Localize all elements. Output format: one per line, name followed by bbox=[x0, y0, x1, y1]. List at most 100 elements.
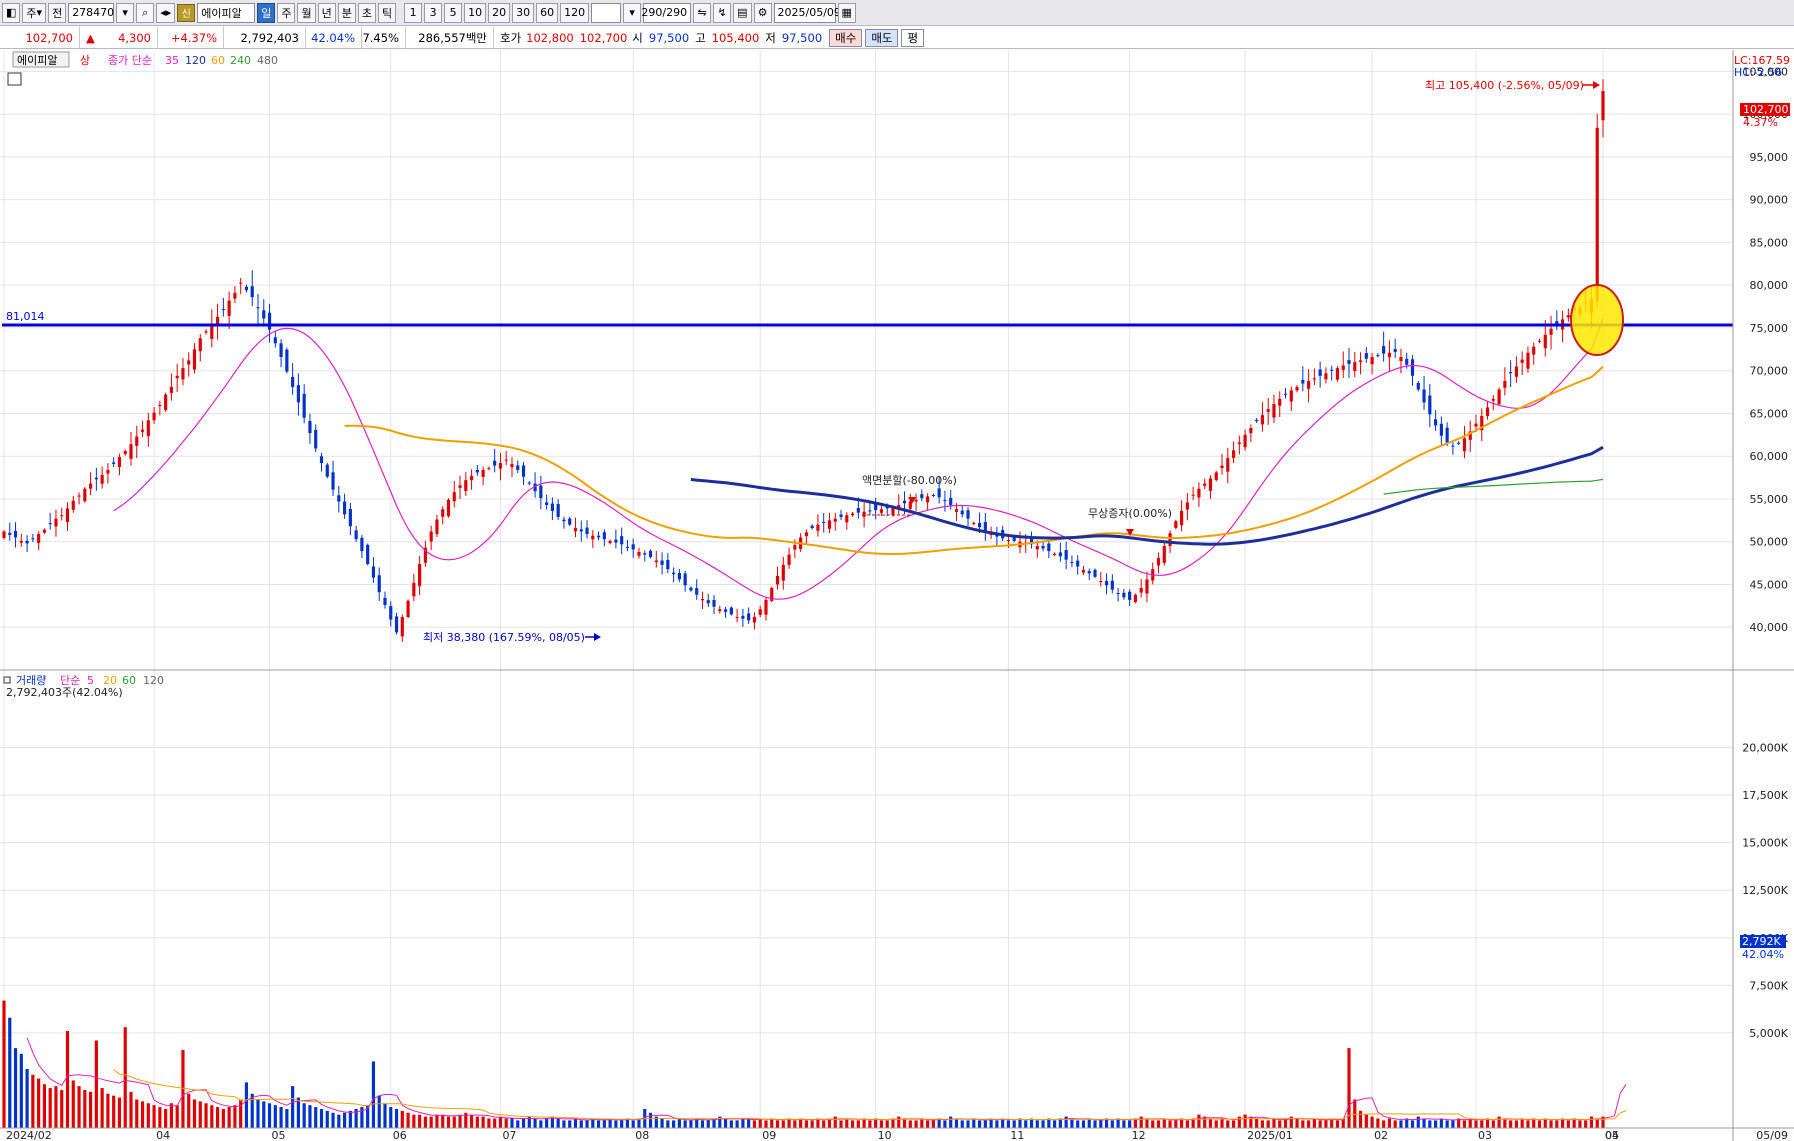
volume-bar bbox=[308, 1105, 312, 1128]
volume-bar bbox=[1012, 1120, 1016, 1128]
legend-ma-label: 종가 단순 bbox=[108, 54, 152, 67]
chart-settings-icon[interactable] bbox=[7, 72, 22, 86]
interval-5[interactable]: 5 bbox=[444, 2, 463, 23]
interval-60[interactable]: 60 bbox=[536, 2, 559, 23]
chart-type-icon[interactable]: ↯ bbox=[713, 2, 732, 23]
candle-body bbox=[1064, 550, 1068, 560]
candle-body bbox=[1428, 395, 1432, 415]
candle-body bbox=[648, 550, 653, 558]
volume-bar bbox=[914, 1120, 918, 1128]
stock-chart[interactable]: 105,000100,00095,00090,00085,00080,00075… bbox=[0, 50, 1794, 1141]
candle-body bbox=[192, 349, 197, 370]
volume-bar bbox=[568, 1120, 572, 1128]
candle-body bbox=[723, 609, 728, 612]
tab-year[interactable]: 년 bbox=[317, 2, 336, 23]
candle-body bbox=[833, 518, 837, 522]
volume-bar bbox=[279, 1107, 283, 1128]
volume-bar bbox=[1549, 1120, 1553, 1128]
stock-code-input[interactable]: 278470 bbox=[68, 2, 115, 23]
volume-bar bbox=[666, 1120, 670, 1128]
code-dropdown-icon[interactable]: ▾ bbox=[116, 2, 135, 23]
volume-bar bbox=[1220, 1118, 1224, 1128]
volume-bar bbox=[1162, 1118, 1166, 1128]
volume-bar bbox=[556, 1118, 560, 1128]
candle-body bbox=[683, 573, 687, 586]
candle-body bbox=[1370, 357, 1374, 365]
prev-stock-icon[interactable]: ◂▸ bbox=[156, 2, 176, 23]
interval-10[interactable]: 10 bbox=[464, 2, 487, 23]
candle-body bbox=[960, 510, 964, 515]
volume-bar bbox=[1474, 1120, 1478, 1128]
buy-button[interactable]: 매수 bbox=[829, 28, 863, 47]
period-select[interactable]: 주 ▾ bbox=[22, 2, 47, 23]
candle-body bbox=[1307, 380, 1311, 389]
sell-button[interactable]: 매도 bbox=[865, 28, 899, 47]
bar-count-input[interactable]: 290/290 bbox=[641, 2, 692, 23]
interval-120[interactable]: 120 bbox=[560, 2, 590, 23]
compare-icon[interactable]: ⇋ bbox=[693, 2, 712, 23]
volume-bar bbox=[908, 1120, 912, 1128]
candle-body bbox=[729, 607, 733, 615]
candle-body bbox=[1474, 423, 1478, 427]
tab-week[interactable]: 주 bbox=[277, 2, 296, 23]
candle-body bbox=[65, 508, 70, 523]
candle-body bbox=[677, 573, 681, 580]
price-tick-label: 45,000 bbox=[1750, 578, 1789, 591]
interval-3[interactable]: 3 bbox=[424, 2, 443, 23]
candle-body bbox=[1393, 349, 1397, 352]
volume-bar bbox=[1168, 1120, 1172, 1128]
volume-bar bbox=[1041, 1120, 1045, 1128]
custom-interval-dropdown-icon[interactable]: ▾ bbox=[623, 2, 642, 23]
volume-bar bbox=[648, 1112, 653, 1128]
tab-month[interactable]: 월 bbox=[297, 2, 316, 23]
price-tick-label: 85,000 bbox=[1750, 236, 1789, 249]
tab-minute[interactable]: 분 bbox=[337, 2, 356, 23]
eval-button[interactable]: 평 bbox=[901, 28, 925, 47]
candle-body bbox=[267, 312, 272, 330]
candle-body bbox=[747, 613, 751, 621]
volume-bar bbox=[164, 1108, 168, 1128]
candle-body bbox=[1445, 427, 1449, 443]
volume-bar bbox=[781, 1120, 785, 1128]
volume-bar bbox=[839, 1120, 843, 1128]
interval-30[interactable]: 30 bbox=[512, 2, 535, 23]
open-cell: 97,500 bbox=[645, 27, 693, 49]
calendar-icon[interactable]: ▦ bbox=[837, 2, 856, 23]
gear-icon[interactable]: ⚙ bbox=[753, 2, 772, 23]
interval-20[interactable]: 20 bbox=[488, 2, 511, 23]
current-price: 102,700 bbox=[0, 26, 80, 49]
bar-count: 290 bbox=[641, 6, 663, 19]
tab-tick[interactable]: 틱 bbox=[377, 2, 397, 23]
tab-second[interactable]: 초 bbox=[357, 2, 376, 23]
tab-day[interactable]: 일 bbox=[257, 2, 276, 23]
candle-body bbox=[983, 521, 987, 531]
candle-body bbox=[475, 469, 479, 473]
stock-name-field[interactable]: 에이피알 bbox=[197, 2, 256, 23]
candle-body bbox=[1047, 543, 1051, 552]
candle-body bbox=[123, 451, 127, 454]
volume-pane-menu-icon[interactable] bbox=[3, 676, 11, 684]
volume-bar bbox=[573, 1118, 578, 1128]
date-input[interactable]: 2025/05/09 bbox=[773, 2, 841, 23]
search-icon[interactable]: ⌕ bbox=[136, 2, 155, 23]
interval-1[interactable]: 1 bbox=[404, 2, 423, 23]
volume-bar bbox=[897, 1116, 901, 1128]
legend-ma-35: 35 bbox=[165, 54, 179, 67]
volume-bar bbox=[1208, 1118, 1213, 1128]
market-select[interactable]: 전 bbox=[48, 2, 67, 23]
save-icon[interactable]: ▤ bbox=[733, 2, 752, 23]
candle-body bbox=[71, 500, 75, 510]
candle-body bbox=[164, 394, 168, 410]
volume-bar bbox=[683, 1120, 687, 1128]
volume-bar bbox=[516, 1120, 520, 1128]
candle-body bbox=[54, 518, 58, 527]
candle-body bbox=[868, 510, 872, 512]
custom-interval-input[interactable] bbox=[591, 2, 622, 23]
candle-body bbox=[1358, 360, 1363, 363]
chart-menu-icon[interactable]: ◧ bbox=[2, 2, 21, 23]
candle-body bbox=[441, 509, 445, 517]
volume-bar bbox=[285, 1108, 289, 1128]
volume-tick-label: 17,500K bbox=[1742, 789, 1788, 802]
volume-bar bbox=[152, 1105, 156, 1128]
change-pct-value: +4.37% bbox=[170, 30, 217, 45]
